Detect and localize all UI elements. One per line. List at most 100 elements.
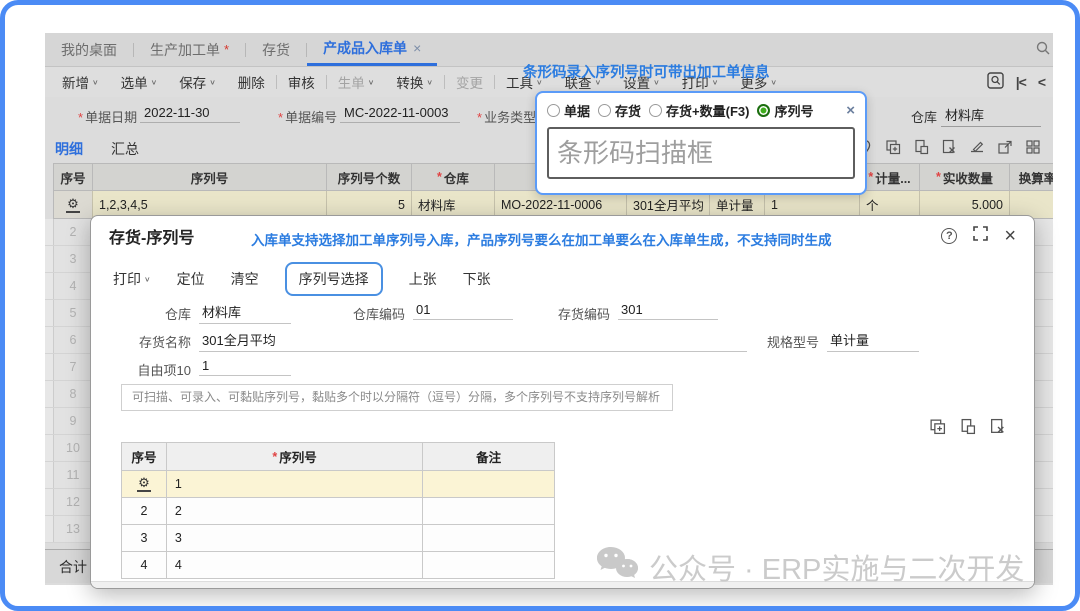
col-header-received-qty[interactable]: 实收数量 [920, 163, 1010, 191]
col-header-serials[interactable]: 序列号 [93, 163, 327, 191]
note-cell[interactable] [423, 525, 555, 552]
m-spec-label: 规格型号 [755, 332, 819, 351]
tab-close-icon[interactable]: × [413, 40, 421, 56]
col-header-unit[interactable]: 计量... [860, 163, 920, 191]
delete-button[interactable]: 删除 [227, 72, 276, 92]
paste-row-icon[interactable] [959, 418, 976, 435]
radio-icon [649, 104, 662, 117]
m-free-item-field[interactable]: 1 [199, 358, 291, 376]
radio-inventory-qty[interactable]: 存货+数量(F3) [649, 101, 749, 120]
layout-grid-icon[interactable] [1025, 139, 1041, 155]
barcode-scan-input[interactable] [547, 127, 855, 179]
m-spec-field[interactable]: 单计量 [827, 330, 919, 352]
tab-label: 存货 [262, 40, 290, 60]
delete-row-icon[interactable] [989, 418, 1006, 435]
radio-selected-icon [757, 104, 770, 117]
col-header-note[interactable]: 备注 [423, 443, 555, 471]
col-header-serial-count[interactable]: 序列号个数 [327, 163, 412, 191]
open-external-icon[interactable] [997, 139, 1013, 155]
col-header-serial[interactable]: 序列号 [167, 443, 423, 471]
batch-edit-icon[interactable] [969, 139, 985, 155]
tab-label: 生产加工单 [150, 40, 220, 60]
serial-cell[interactable]: 3 [167, 525, 423, 552]
convert-button[interactable]: 转换∨ [385, 72, 444, 92]
row-seq-cell: 2 [122, 498, 167, 525]
col-header-warehouse[interactable]: 仓库 [412, 163, 495, 191]
radio-inventory[interactable]: 存货 [598, 101, 641, 120]
help-icon[interactable]: ? [941, 228, 957, 244]
tab-my-desktop[interactable]: 我的桌面 [45, 33, 133, 66]
serial-cell[interactable]: 4 [167, 552, 423, 579]
caret-down-icon: ∨ [92, 78, 99, 87]
change-button[interactable]: 变更 [445, 72, 494, 92]
modal-prev-doc-button[interactable]: 上张 [409, 269, 437, 289]
note-cell[interactable] [423, 498, 555, 525]
modal-locate-button[interactable]: 定位 [177, 269, 205, 289]
col-header-seq[interactable]: 序号 [122, 443, 167, 471]
col-header-conversion-rate[interactable]: 换算率 [1010, 163, 1053, 191]
modal-annotation: 入库单支持选择加工单序列号入库，产品序列号要么在加工单要么在入库单生成，不支持同… [251, 229, 832, 249]
total-label: 合计 [59, 557, 87, 577]
m-warehouse-field[interactable]: 材料库 [199, 302, 291, 324]
serial-number-modal: 存货-序列号 入库单支持选择加工单序列号入库，产品序列号要么在加工单要么在入库单… [90, 215, 1035, 589]
modal-header-icons: ? × [941, 226, 1016, 246]
paste-row-icon[interactable] [913, 139, 929, 155]
serial-cell[interactable]: 1 [167, 471, 423, 498]
grid-action-icons [857, 139, 1041, 155]
serial-row-2[interactable]: 2 2 [122, 498, 555, 525]
save-button[interactable]: 保存∨ [168, 72, 227, 92]
tab-detail[interactable]: 明细 [55, 139, 83, 166]
note-cell[interactable] [423, 552, 555, 579]
audit-button[interactable]: 审核 [277, 72, 326, 92]
tab-label: 我的桌面 [61, 40, 117, 60]
tab-production-order[interactable]: 生产加工单 * [134, 33, 245, 66]
m-item-code-field[interactable]: 301 [618, 302, 718, 320]
previous-record-icon[interactable]: < [1038, 74, 1045, 90]
serial-row-1[interactable]: ⚙ 1 [122, 471, 555, 498]
warehouse-field[interactable]: 材料库 [941, 105, 1041, 127]
caret-down-icon: ∨ [144, 275, 151, 284]
serial-cell[interactable]: 2 [167, 498, 423, 525]
copy-add-row-icon[interactable] [929, 418, 946, 435]
new-button[interactable]: 新增∨ [51, 72, 110, 92]
doc-date-field[interactable]: 2022-11-30 [140, 105, 240, 123]
note-cell[interactable] [423, 471, 555, 498]
modal-serial-select-button[interactable]: 序列号选择 [285, 262, 383, 296]
m-item-name-field[interactable]: 301全月平均 [199, 330, 747, 352]
caret-down-icon: ∨ [426, 78, 433, 87]
modal-next-doc-button[interactable]: 下张 [463, 269, 491, 289]
serial-table: 序号 序列号 备注 ⚙ 1 2 2 3 3 4 4 [121, 442, 555, 579]
modal-clear-button[interactable]: 清空 [231, 269, 259, 289]
select-order-button[interactable]: 选单∨ [110, 72, 169, 92]
copy-add-row-icon[interactable] [885, 139, 901, 155]
generate-button[interactable]: 生单∨ [327, 72, 386, 92]
tab-summary[interactable]: 汇总 [111, 139, 139, 159]
global-search-icon[interactable] [1035, 40, 1051, 59]
modal-header: 存货-序列号 入库单支持选择加工单序列号入库，产品序列号要么在加工单要么在入库单… [91, 216, 1034, 256]
tab-finished-goods-receipt[interactable]: 产成品入库单 × [307, 33, 437, 66]
serial-input-hint: 可扫描、可录入、可黏贴序列号，黏贴多个时以分隔符（逗号）分隔，多个序列号不支持序… [121, 384, 673, 411]
first-record-icon[interactable]: |< [1016, 74, 1026, 90]
popup-close-icon[interactable]: × [846, 102, 855, 119]
warehouse-label: 仓库 [911, 107, 937, 126]
tab-inventory[interactable]: 存货 [246, 33, 306, 66]
delete-row-icon[interactable] [941, 139, 957, 155]
preview-search-icon[interactable] [987, 72, 1004, 92]
radio-document[interactable]: 单据 [547, 101, 590, 120]
serial-row-4[interactable]: 4 4 [122, 552, 555, 579]
modal-close-icon[interactable]: × [1004, 228, 1016, 244]
screenshot-frame: 我的桌面 生产加工单 * 存货 产成品入库单 × 新增∨ 选单∨ [0, 0, 1080, 611]
wechat-icon [595, 545, 639, 589]
modal-table-icons [929, 418, 1006, 435]
tab-label: 产成品入库单 [323, 38, 407, 58]
serial-row-3[interactable]: 3 3 [122, 525, 555, 552]
radio-serial-number[interactable]: 序列号 [757, 101, 813, 120]
current-row-gear-icon: ⚙ [66, 197, 80, 213]
modal-print-button[interactable]: 打印∨ [113, 269, 151, 289]
maximize-icon[interactable] [973, 226, 988, 246]
col-header-seq[interactable]: 序号 [53, 163, 93, 191]
doc-no-field[interactable]: MC-2022-11-0003 [340, 105, 460, 123]
caret-down-icon: ∨ [151, 78, 158, 87]
barcode-annotation: 条形码录入序列号时可带出加工单信息 [523, 61, 770, 82]
m-warehouse-code-field[interactable]: 01 [413, 302, 513, 320]
